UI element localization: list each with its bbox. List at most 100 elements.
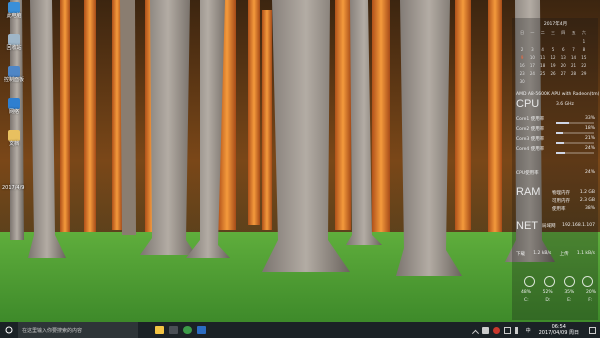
disk-gauge [544,276,555,287]
ram-row-value: 2.3 GB [579,198,595,203]
calendar-day[interactable]: 3 [527,47,537,52]
computer-icon [8,2,20,13]
security-icon[interactable] [481,326,489,334]
desktop-icon-this-pc[interactable]: 此电脑 [3,2,25,19]
calendar-day[interactable]: 5 [548,47,558,52]
calendar-weekday: 一 [530,30,535,35]
net-down-label: 下载 [516,252,525,257]
search-box[interactable]: 在这里输入你要搜索的内容 [18,322,138,338]
desktop-icon-label: 此电脑 [6,13,22,19]
disk-gauge-name: D: [545,298,551,303]
calendar-day[interactable]: 8 [579,47,589,52]
calendar-day[interactable]: 15 [579,55,589,60]
cpu-title: CPU [516,98,540,110]
calendar-day[interactable]: 18 [538,63,548,68]
desktop-wallpaper [0,0,600,322]
ram-row-label: 物理内存 [552,191,570,196]
calendar-day[interactable]: 24 [527,71,537,76]
taskbar-app-green[interactable] [180,322,194,338]
ram-title: RAM [516,186,541,198]
control-panel-icon [8,66,20,77]
ram-row-value: 1.2 GB [579,190,595,195]
calendar-day [558,39,568,44]
notification-icon[interactable] [589,326,596,334]
disk-gauge-label: 48% [521,290,532,295]
system-monitor-widgets: 2017年4月 日一二三四五六 1 2 3 4 5 6 7 8 9 10 11 12 13 14 15 16 17… [512,18,599,320]
calendar-day[interactable]: 20 [558,63,568,68]
calendar-title: 2017年4月 [543,22,568,27]
calendar-day[interactable]: 22 [579,63,589,68]
cpu-usage-value: 24% [584,170,595,175]
taskbar-app-file-explorer[interactable] [152,322,166,338]
calendar-day [527,39,537,44]
ram-row-value: 38% [584,206,595,211]
calendar-day[interactable]: 19 [548,63,558,68]
net-title: NET [516,220,538,232]
app-tray-icon[interactable] [492,326,500,334]
calendar-weekday: 五 [571,30,576,35]
calendar-weekday: 六 [581,30,586,35]
calendar-day[interactable]: 28 [568,71,578,76]
calendar-day[interactable]: 6 [558,47,568,52]
word-icon [196,326,206,334]
net-ip-label: 局域网 [542,224,556,229]
calendar-day [517,39,527,44]
calendar-day[interactable]: 27 [558,71,568,76]
calendar-day[interactable]: 30 [517,79,527,84]
calendar-day[interactable]: 12 [548,55,558,60]
calendar-day[interactable]: 9 [517,55,527,60]
core-bar [556,132,594,134]
desktop-icon-label: 网络 [8,109,19,115]
core-bar [556,152,594,154]
calendar-day[interactable]: 17 [527,63,537,68]
start-button[interactable] [0,322,18,338]
calendar-day[interactable]: 26 [548,71,558,76]
disk-gauge-name: E: [567,298,572,303]
calendar-day[interactable]: 14 [568,55,578,60]
desktop-icon-label: 控制面板 [3,77,24,83]
calendar-day [538,39,548,44]
app-icon [182,326,192,334]
desktop-icon-documents[interactable]: 文档 [3,130,25,147]
desktop-icon-label: 回收站 [6,45,22,51]
folder-icon [154,326,164,334]
chevron-up-icon[interactable] [471,329,479,337]
calendar-weekday: 三 [550,30,555,35]
core-label: Core3 使用率 [516,137,545,142]
calendar-day[interactable]: 16 [517,63,527,68]
calendar-day[interactable]: 13 [558,55,568,60]
desktop-icon-control-panel[interactable]: 控制面板 [3,66,25,83]
net-up-value: 1.1 kB/s [576,251,595,256]
volume-icon[interactable] [514,326,522,334]
desktop-date-label: 2017/4/9 [2,185,25,191]
folder-icon [8,130,20,141]
calendar-weekday: 四 [561,30,566,35]
ram-row-label: 可用内存 [552,199,570,204]
calendar-day[interactable]: 2 [517,47,527,52]
taskbar-clock[interactable]: 06:54 2017/04/09 周日 [539,324,579,336]
calendar-day[interactable]: 29 [579,71,589,76]
net-up-label: 上传 [559,252,569,257]
calendar-day[interactable]: 21 [568,63,578,68]
disk-gauge-label: 20% [585,290,596,295]
calendar-day[interactable]: 11 [538,55,548,60]
calendar-day[interactable]: 1 [579,39,589,44]
calendar-day[interactable]: 4 [538,47,548,52]
core-bar [556,142,594,144]
desktop-icon-recycle-bin[interactable]: 回收站 [3,34,25,51]
taskbar-app-word[interactable] [194,322,208,338]
calendar-day[interactable]: 25 [538,71,548,76]
disk-gauge-name: F: [588,298,592,303]
network-icon[interactable] [503,326,511,334]
calendar-weekday: 二 [540,30,545,35]
calendar-day[interactable]: 23 [517,71,527,76]
input-method-icon[interactable]: 中 [526,327,533,334]
net-down-value: 1.2 kB/s [533,251,552,256]
desktop-icon-network[interactable]: 网络 [3,98,25,115]
calendar-day [568,39,578,44]
calendar-day[interactable]: 7 [568,47,578,52]
disk-gauge [564,276,575,287]
taskbar-app-calculator[interactable] [166,322,180,338]
calendar-day[interactable]: 10 [527,55,537,60]
disk-gauge-label: 35% [564,290,575,295]
